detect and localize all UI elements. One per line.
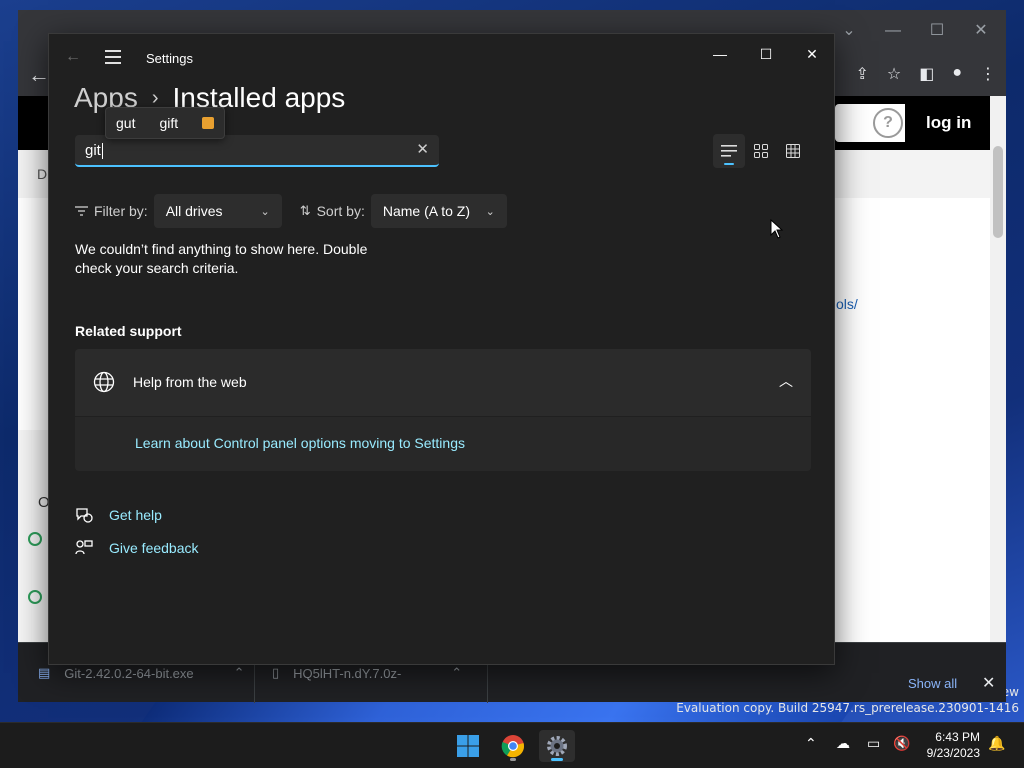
close-downloads-icon[interactable]: ✕: [982, 673, 995, 693]
chrome-maximize-button[interactable]: ☐: [914, 16, 960, 46]
clock-time: 6:43 PM: [935, 730, 980, 744]
active-indicator: [551, 758, 563, 761]
filter-label: Filter by:: [75, 203, 148, 219]
view-mode-group: [713, 134, 813, 168]
globe-icon: [93, 371, 115, 393]
filter-dropdown[interactable]: All drives ⌄: [153, 194, 282, 228]
page-subheader-letter: D: [37, 166, 48, 182]
taskbar: ⌃ ☁ ▭ 🔇 6:43 PM 9/23/2023 🔔: [0, 722, 1024, 768]
bookmark-star-icon[interactable]: ☆: [887, 64, 901, 84]
chevron-down-icon: ⌄: [485, 205, 495, 218]
hamburger-menu-icon[interactable]: [105, 50, 121, 68]
chrome-back-icon[interactable]: ←: [28, 62, 50, 88]
search-value: git: [85, 142, 103, 160]
windows-logo-icon: [457, 735, 479, 757]
exe-file-icon: ▤: [38, 665, 51, 680]
chevron-up-icon[interactable]: ︿: [779, 371, 793, 391]
download-filename: HQ5lHT-n.dY.7.0z-: [293, 665, 402, 681]
chrome-taskbar-button[interactable]: [495, 730, 531, 762]
sort-dropdown[interactable]: Name (A to Z) ⌄: [370, 194, 507, 228]
check-circle-icon: [28, 590, 42, 604]
window-title: Settings: [146, 51, 193, 66]
volume-muted-icon[interactable]: 🔇: [893, 735, 910, 752]
download-filename: Git-2.42.0.2-64-bit.exe: [64, 665, 194, 681]
settings-titlebar: ← Settings — ☐ ✕: [49, 34, 834, 82]
grid-view-button[interactable]: [745, 134, 777, 168]
chrome-minimize-button[interactable]: —: [870, 16, 916, 46]
sort-label: ⇅ Sort by:: [300, 203, 365, 219]
chevron-up-icon[interactable]: ⌃: [451, 665, 462, 681]
chrome-close-button[interactable]: ✕: [958, 16, 1004, 46]
settings-window: ← Settings — ☐ ✕ Apps › Installed apps g…: [48, 33, 835, 665]
network-icon[interactable]: ▭: [867, 735, 880, 752]
ime-candidate-popup: gut gift: [105, 107, 226, 139]
table-view-icon: [786, 144, 800, 158]
filter-icon: [75, 206, 88, 216]
sort-value: Name (A to Z): [382, 203, 470, 219]
page-left-panel: O: [18, 430, 50, 642]
help-from-web-title: Help from the web: [133, 374, 247, 390]
package-icon[interactable]: [202, 117, 215, 129]
filter-label-text: Filter by:: [94, 203, 148, 219]
minimize-button[interactable]: —: [697, 38, 743, 70]
feedback-icon: [75, 540, 93, 555]
ime-candidate[interactable]: gift: [159, 115, 178, 131]
help-from-web-expander[interactable]: Help from the web ︿: [75, 349, 811, 416]
mouse-cursor-icon: [770, 219, 784, 239]
page-link-fragment[interactable]: ols/: [836, 296, 858, 312]
share-icon[interactable]: ⇪: [855, 64, 868, 84]
list-view-icon: [721, 145, 737, 157]
search-input[interactable]: git ✕: [75, 135, 439, 167]
related-support-heading: Related support: [75, 323, 182, 339]
start-button[interactable]: [450, 730, 486, 762]
notification-bell-icon[interactable]: 🔔: [988, 735, 1005, 752]
give-feedback-text: Give feedback: [109, 540, 199, 556]
text-caret: [101, 143, 103, 160]
filter-sort-row: Filter by: All drives ⌄ ⇅ Sort by: Name …: [75, 194, 507, 228]
chrome-icon: [501, 735, 525, 758]
sort-icon: ⇅: [299, 203, 311, 218]
chrome-menu-icon[interactable]: ⋮: [980, 64, 996, 84]
filter-value: All drives: [165, 203, 223, 219]
clock-date: 9/23/2023: [926, 746, 980, 760]
sort-label-text: Sort by:: [316, 203, 365, 219]
show-hidden-icons-chevron-icon[interactable]: ⌃: [805, 735, 817, 752]
maximize-button[interactable]: ☐: [743, 38, 789, 70]
settings-gear-icon: [547, 736, 567, 756]
show-all-link[interactable]: Show all: [908, 676, 957, 691]
running-indicator: [510, 758, 516, 761]
profile-icon[interactable]: ●: [952, 64, 962, 84]
list-view-button[interactable]: [713, 134, 745, 168]
scrollbar-thumb[interactable]: [993, 146, 1003, 238]
side-panel-icon[interactable]: ◧: [919, 64, 934, 84]
close-button[interactable]: ✕: [789, 38, 835, 70]
get-help-text: Get help: [109, 507, 162, 523]
system-clock[interactable]: 6:43 PM 9/23/2023: [922, 729, 980, 761]
file-icon: ▯: [272, 665, 280, 680]
get-help-link[interactable]: Get help: [75, 506, 162, 524]
settings-taskbar-button[interactable]: [539, 730, 575, 762]
give-feedback-link[interactable]: Give feedback: [75, 539, 199, 557]
onedrive-offline-icon[interactable]: ☁: [836, 735, 850, 752]
page-scrollbar[interactable]: [990, 96, 1006, 642]
clear-icon[interactable]: ✕: [416, 140, 429, 158]
tile-view-button[interactable]: [777, 134, 809, 168]
evaluation-watermark: Evaluation copy. Build 25947.rs_prerelea…: [676, 701, 1019, 715]
help-from-web-content: Learn about Control panel options moving…: [75, 417, 811, 471]
page-login-link[interactable]: log in: [926, 113, 971, 133]
chevron-up-icon[interactable]: ⌃: [234, 665, 245, 681]
empty-results-message: We couldn’t find anything to show here. …: [75, 241, 368, 276]
ime-candidate[interactable]: gut: [116, 115, 135, 131]
grid-view-icon: [754, 144, 768, 158]
check-circle-icon: [28, 532, 42, 546]
page-help-icon[interactable]: ?: [873, 108, 903, 138]
control-panel-link[interactable]: Learn about Control panel options moving…: [135, 435, 465, 451]
get-help-icon: [76, 508, 93, 523]
chevron-down-icon: ⌄: [260, 205, 270, 218]
chrome-tools: ⇪ ☆ ◧ ● ⋮: [855, 64, 996, 84]
back-arrow-icon[interactable]: ←: [65, 48, 81, 66]
